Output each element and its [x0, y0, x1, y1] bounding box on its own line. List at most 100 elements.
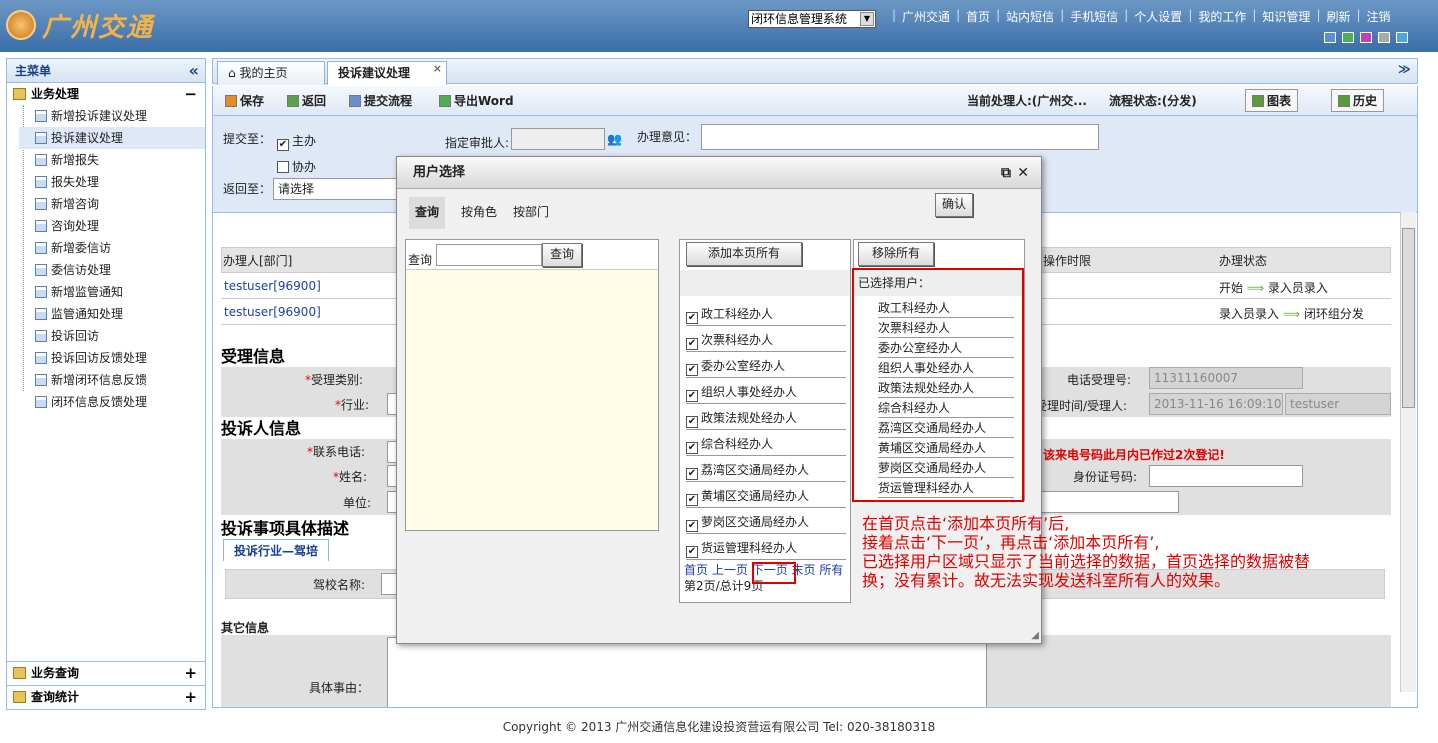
nav-sms[interactable]: 手机短信 [1070, 8, 1118, 25]
checkbox-checked-icon[interactable]: ✔ [686, 520, 698, 532]
sidebar-item-notice[interactable]: 监管通知处理 [19, 303, 205, 325]
add-all-page-button[interactable]: 添加本页所有 [686, 242, 802, 266]
sidebar-item-new-loop-feedback[interactable]: 新增闭环信息反馈 [19, 369, 205, 391]
checkbox-checked-icon[interactable]: ✔ [686, 416, 698, 428]
nav-site-msg[interactable]: 站内短信 [1006, 8, 1054, 25]
checkbox-checked-icon[interactable]: ✔ [686, 338, 698, 350]
sidebar-item-complaint[interactable]: 投诉建议处理 [19, 127, 205, 149]
tabs-menu-icon[interactable]: ≫ [1398, 62, 1411, 76]
return-to-select[interactable]: 请选择 [273, 178, 399, 200]
group-stats[interactable]: 查询统计 + [7, 685, 205, 707]
sidebar-item-label: 闭环信息反馈处理 [51, 395, 148, 409]
nav-home[interactable]: 首页 [966, 8, 990, 25]
group-query[interactable]: 业务查询 + [7, 661, 205, 683]
candidate-list-item[interactable]: ✔ 萝岗区交通局经办人 [686, 510, 846, 534]
candidate-list-item[interactable]: ✔ 荔湾区交通局经办人 [686, 458, 846, 482]
submit-flow-button[interactable]: 提交流程 [349, 92, 412, 109]
content-scrollbar[interactable] [1400, 212, 1416, 692]
address-input[interactable] [1039, 491, 1179, 513]
sidebar-item-consult[interactable]: 咨询处理 [19, 215, 205, 237]
sidebar-item-loss[interactable]: 报失处理 [19, 171, 205, 193]
query-input[interactable] [436, 244, 542, 266]
nav-logout[interactable]: 注销 [1367, 8, 1391, 25]
history-button[interactable]: 历史 [1331, 89, 1385, 112]
query-button[interactable]: 查询 [542, 243, 582, 267]
candidate-list-item[interactable]: ✔ 政策法规处经办人 [686, 406, 846, 430]
specific-reason-textarea[interactable] [387, 637, 987, 707]
collapse-icon[interactable]: « [189, 59, 199, 83]
candidate-list-item[interactable]: ✔ 委办公室经办人 [686, 354, 846, 378]
minus-icon[interactable]: − [184, 83, 197, 105]
assist-checkbox[interactable]: 协办 [277, 158, 316, 175]
tab-complaint[interactable]: 投诉建议处理 × [327, 61, 447, 85]
dialog-tab-role[interactable]: 按角色 [455, 197, 503, 229]
theme-swatch-purple[interactable] [1360, 32, 1372, 43]
users-icon[interactable]: 👥 [607, 132, 622, 146]
nav-knowledge[interactable]: 知识管理 [1262, 8, 1310, 25]
confirm-button[interactable]: 确认 [935, 193, 973, 217]
dialog-tab-query[interactable]: 查询 [409, 197, 446, 229]
checkbox-checked-icon[interactable]: ✔ [686, 390, 698, 402]
pager-first[interactable]: 首页 [684, 563, 708, 577]
sidebar-item-label: 投诉回访 [51, 329, 100, 343]
sidebar-item-new-petition[interactable]: 新增委信访 [19, 237, 205, 259]
nav-gz-traffic[interactable]: 广州交通 [902, 8, 950, 25]
id-no-input[interactable] [1149, 465, 1303, 487]
pager-prev[interactable]: 上一页 [712, 563, 748, 577]
dialog-tab-dept[interactable]: 按部门 [507, 197, 555, 229]
sidebar-item-new-consult[interactable]: 新增咨询 [19, 193, 205, 215]
nav-settings[interactable]: 个人设置 [1134, 8, 1182, 25]
sidebar-item-loop-feedback[interactable]: 闭环信息反馈处理 [19, 391, 205, 413]
approver-input[interactable] [511, 128, 605, 150]
candidate-list-label: 荔湾区交通局经办人 [701, 463, 810, 477]
popout-icon[interactable]: ⧉ [1001, 157, 1011, 189]
sidebar-item-new-complaint[interactable]: 新增投诉建议处理 [19, 105, 205, 127]
opinion-input[interactable] [701, 124, 1099, 150]
sidebar-item-petition[interactable]: 委信访处理 [19, 259, 205, 281]
nav-my-work[interactable]: 我的工作 [1198, 8, 1246, 25]
theme-swatch-gray[interactable] [1378, 32, 1390, 43]
candidate-list-item[interactable]: ✔ 综合科经办人 [686, 432, 846, 456]
scrollbar-thumb[interactable] [1402, 228, 1415, 408]
candidate-list-item[interactable]: ✔ 政工科经办人 [686, 302, 846, 326]
close-icon[interactable]: × [433, 58, 442, 80]
history-label: 历史 [1353, 94, 1378, 108]
candidate-list-item[interactable]: ✔ 货运管理科经办人 [686, 536, 846, 560]
tab-home[interactable]: ⌂ 我的主页 [217, 61, 325, 85]
theme-swatch-blue[interactable] [1324, 32, 1336, 43]
theme-swatch-cyan[interactable] [1396, 32, 1408, 43]
remove-all-button[interactable]: 移除所有 [858, 242, 934, 266]
checkbox-checked-icon[interactable]: ✔ [686, 494, 698, 506]
checkbox-checked-icon[interactable]: ✔ [686, 364, 698, 376]
sidebar-item-revisit-feedback[interactable]: 投诉回访反馈处理 [19, 347, 205, 369]
checkbox-checked-icon[interactable]: ✔ [686, 312, 698, 324]
sidebar-item-revisit[interactable]: 投诉回访 [19, 325, 205, 347]
save-button[interactable]: 保存 [225, 92, 264, 109]
plus-icon[interactable]: + [184, 686, 197, 708]
candidate-list-item[interactable]: ✔ 黄埔区交通局经办人 [686, 484, 846, 508]
checkbox-checked-icon[interactable]: ✔ [686, 442, 698, 454]
tab-industry-driving[interactable]: 投诉行业—驾培 [223, 539, 330, 561]
main-checkbox[interactable]: ✔ 主办 [277, 132, 316, 151]
checkbox-checked-icon[interactable]: ✔ [686, 468, 698, 480]
sidebar-item-new-loss[interactable]: 新增报失 [19, 149, 205, 171]
candidate-list-label: 黄埔区交通局经办人 [701, 489, 810, 503]
back-button[interactable]: 返回 [287, 92, 326, 109]
group-business[interactable]: 业务处理 − [7, 83, 205, 105]
nav-refresh[interactable]: 刷新 [1326, 8, 1350, 25]
checkbox-checked-icon[interactable]: ✔ [686, 546, 698, 558]
system-select[interactable]: 闭环信息管理系统 ▼ [748, 10, 876, 28]
chart-button[interactable]: 图表 [1245, 89, 1299, 112]
close-icon[interactable]: ✕ [1017, 157, 1029, 189]
export-word-button[interactable]: 导出Word [439, 92, 514, 109]
pager-all[interactable]: 所有 [819, 563, 843, 577]
candidate-list-item[interactable]: ✔ 次票科经办人 [686, 328, 846, 352]
grid-handler-cell[interactable]: testuser[96900] [224, 305, 321, 319]
candidate-list-item[interactable]: ✔ 组织人事处经办人 [686, 380, 846, 404]
resize-grip-icon[interactable]: ◢ [1031, 630, 1039, 641]
plus-icon[interactable]: + [184, 662, 197, 684]
industry-label: *行业: [335, 396, 369, 413]
grid-handler-cell[interactable]: testuser[96900] [224, 279, 321, 293]
sidebar-item-new-notice[interactable]: 新增监管通知 [19, 281, 205, 303]
theme-swatch-green[interactable] [1342, 32, 1354, 43]
